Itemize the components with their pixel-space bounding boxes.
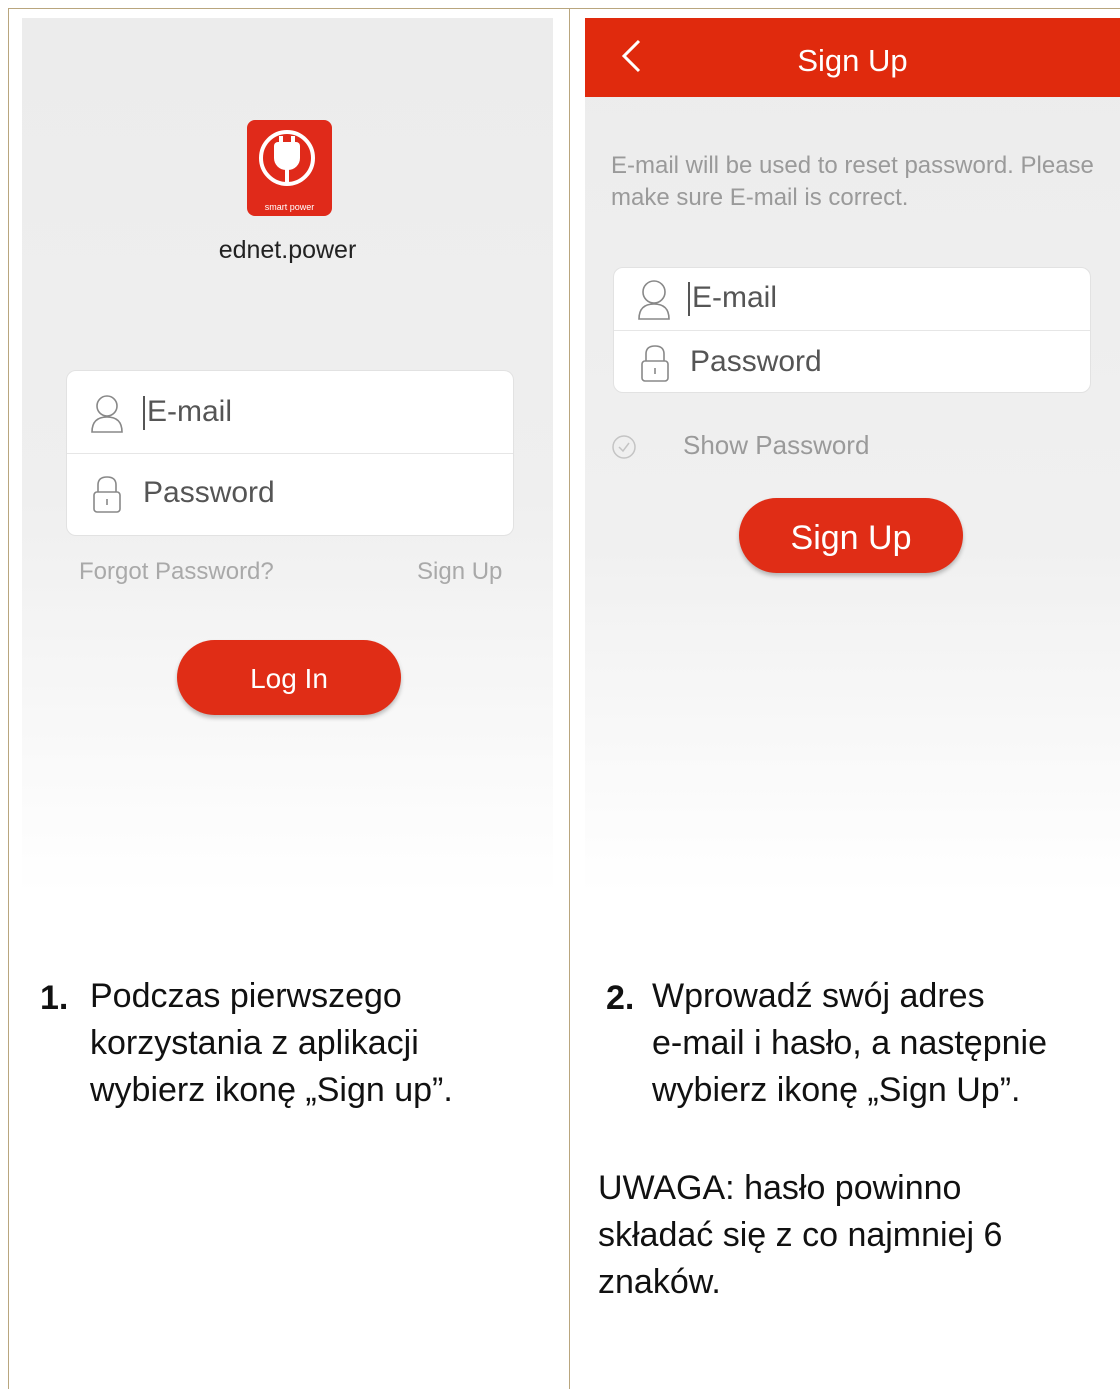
signup-form: E-mail Password <box>613 267 1091 393</box>
page-title: Sign Up <box>797 43 908 78</box>
checkbox-icon[interactable] <box>611 434 637 465</box>
note-line: znaków. <box>598 1263 721 1301</box>
step-2-line: e-mail i hasło, a następnie <box>652 1024 1048 1062</box>
signup-header: Sign Up <box>585 18 1120 97</box>
app-name: ednet.power <box>218 236 357 264</box>
login-form: E-mail Password <box>66 370 514 536</box>
login-button[interactable]: Log In <box>177 640 401 715</box>
email-notice: E-mail will be used to reset password. P… <box>611 152 1094 211</box>
password-field[interactable]: Password <box>67 454 513 535</box>
signup-email-placeholder: E-mail <box>692 281 778 314</box>
step-1-text: Podczas pierwszego korzystania z aplikac… <box>90 973 550 1114</box>
lock-icon <box>640 343 670 388</box>
step-1-number: 1. <box>40 979 69 1017</box>
signup-button[interactable]: Sign Up <box>739 498 963 573</box>
password-note: UWAGA: hasło powinno składać się z co na… <box>598 1165 1108 1306</box>
user-icon <box>636 278 672 325</box>
show-password-toggle[interactable]: Show Password <box>611 430 1011 464</box>
forgot-password-link[interactable]: Forgot Password? <box>79 558 274 586</box>
signup-password-field[interactable]: Password <box>614 331 1090 392</box>
email-placeholder: E-mail <box>147 395 233 428</box>
note-line: UWAGA: hasło powinno <box>598 1169 962 1207</box>
user-icon <box>89 393 125 438</box>
step-1-line: Podczas pierwszego <box>90 977 402 1015</box>
app-logo-icon: smart power <box>247 120 332 216</box>
signup-password-placeholder: Password <box>690 345 822 378</box>
signup-email-field[interactable]: E-mail <box>614 268 1090 330</box>
password-placeholder: Password <box>143 476 275 509</box>
email-field[interactable]: E-mail <box>67 371 513 453</box>
show-password-label: Show Password <box>683 430 870 460</box>
sign-up-link[interactable]: Sign Up <box>417 558 502 586</box>
app-logo-caption: smart power <box>264 202 315 212</box>
step-2-text: Wprowadź swój adres e-mail i hasło, a na… <box>652 973 1112 1114</box>
login-screen: smart power ednet.power E-mail Password … <box>22 18 553 895</box>
step-2-line: Wprowadź swój adres <box>652 977 985 1015</box>
note-line: składać się z co najmniej 6 <box>598 1216 1003 1254</box>
step-1-line: wybierz ikonę „Sign up”. <box>90 1071 453 1109</box>
step-1-line: korzystania z aplikacji <box>90 1024 419 1062</box>
lock-icon <box>92 474 122 519</box>
step-2-line: wybierz ikonę „Sign Up”. <box>652 1071 1021 1109</box>
column-divider <box>569 8 570 1389</box>
step-2-number: 2. <box>606 979 635 1017</box>
